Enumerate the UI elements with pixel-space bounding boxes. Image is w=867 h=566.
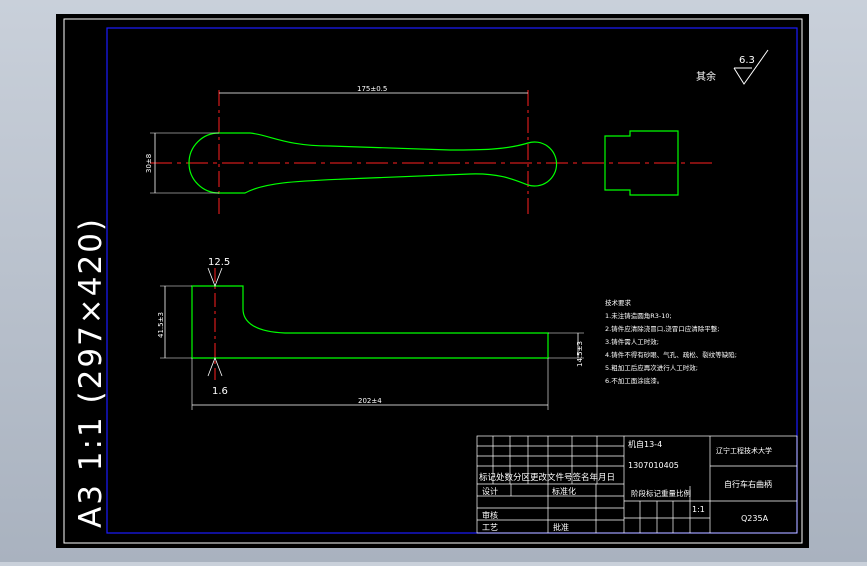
student-id: 1307010405 xyxy=(628,461,679,470)
drawing-canvas: A3 1:1 (297×420) 6.3 其余 175±0.5 30±8 12.… xyxy=(56,14,809,548)
class-name: 机自13-4 xyxy=(628,439,662,449)
side-left-height-dim: 41.5±3 xyxy=(157,312,165,338)
top-length-dim: 175±0.5 xyxy=(357,85,387,93)
side-length-dim: 202±4 xyxy=(358,397,382,405)
drawing-sheet xyxy=(56,14,809,548)
process-label: 工艺 xyxy=(482,523,498,532)
tech-item: 2.铸件应清除浇冒口,浇冒口应清除平整; xyxy=(605,324,719,333)
design-label: 设计 xyxy=(482,486,498,496)
tech-item: 5.粗加工后应再次进行人工时效; xyxy=(605,363,698,372)
side-bottom-dim: 1.6 xyxy=(212,386,228,397)
cad-viewport[interactable]: A3 1:1 (297×420) 6.3 其余 175±0.5 30±8 12.… xyxy=(0,0,867,562)
tech-item: 1.未注铸造圆角R3-10; xyxy=(605,311,672,320)
review-label: 审核 xyxy=(482,510,498,520)
tech-title: 技术要求 xyxy=(605,298,632,307)
approve-label: 批准 xyxy=(553,522,569,532)
material: Q235A xyxy=(741,514,769,523)
revision-row-headers: 标记处数分区更改文件号签名年月日 xyxy=(479,472,615,483)
tech-item: 6.不加工面涂底漆。 xyxy=(605,376,663,385)
roughness-note: 其余 xyxy=(696,70,716,83)
roughness-value: 6.3 xyxy=(739,55,755,66)
standardization-label: 标准化 xyxy=(552,486,576,496)
scale-value: 1:1 xyxy=(692,505,705,514)
side-top-dim: 12.5 xyxy=(208,257,230,268)
top-height-dim: 30±8 xyxy=(145,154,153,173)
school-name: 辽宁工程技术大学 xyxy=(716,446,772,455)
tech-item: 4.铸件不得有砂眼、气孔、疏松、裂纹等缺陷; xyxy=(605,350,737,359)
tech-item: 3.铸件需人工时效; xyxy=(605,337,659,346)
sheet-size-label: A3 1:1 (297×420) xyxy=(73,217,109,528)
stage-mark-label: 阶段标记重量比例 xyxy=(631,488,691,498)
part-name: 自行车右曲柄 xyxy=(724,479,772,489)
side-right-height-dim: 14.5±3 xyxy=(576,341,584,367)
